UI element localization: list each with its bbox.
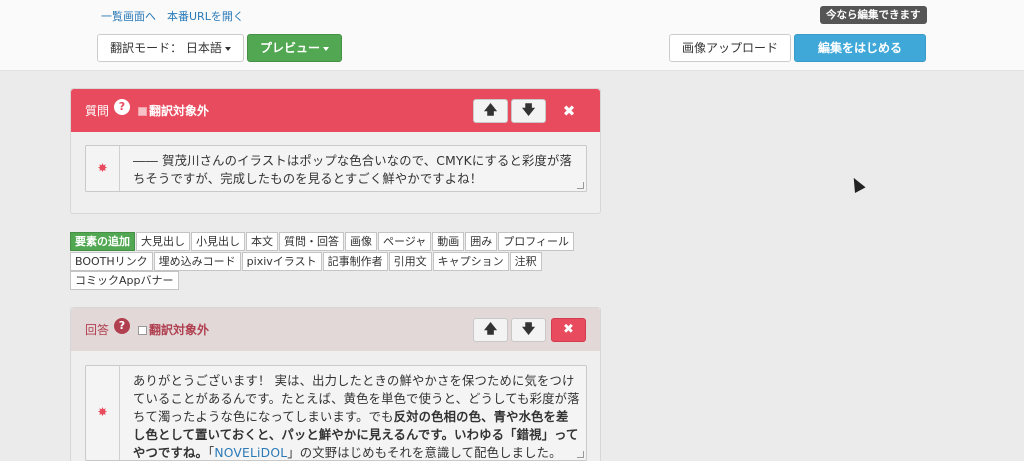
question-text[interactable]: ―― 賀茂川さんのイラストはポップな色合いなので、CMYKにすると彩度が落ちそう… xyxy=(133,152,581,188)
add-body-button[interactable]: 本文 xyxy=(246,232,278,251)
open-production-url-link[interactable]: 本番URLを開く xyxy=(167,10,244,23)
element-toolbar-row-2: BOOTHリンク 埋め込みコード pixivイラスト 記事制作者 引用文 キャプ… xyxy=(70,252,543,271)
preview-label: プレビュー xyxy=(259,41,320,55)
add-note-button[interactable]: 注釈 xyxy=(509,252,542,271)
checkbox-icon[interactable] xyxy=(138,107,147,116)
top-links: 一覧画面へ 本番URLを開く xyxy=(101,8,255,24)
move-down-button[interactable]: 🡇 xyxy=(511,99,546,123)
add-pager-button[interactable]: ページャ xyxy=(378,232,432,251)
preview-dropdown[interactable]: プレビュー xyxy=(247,34,342,62)
image-upload-button[interactable]: 画像アップロード xyxy=(669,34,791,62)
translation-mode-dropdown[interactable]: 翻訳モード： 日本語 xyxy=(97,34,244,62)
resize-handle[interactable] xyxy=(577,182,584,189)
question-text-editor[interactable]: ✸ ―― 賀茂川さんのイラストはポップな色合いなので、CMYKにすると彩度が落ち… xyxy=(85,145,587,192)
add-comic-app-banner-button[interactable]: コミックAppバナー xyxy=(70,271,179,290)
element-toolbar-row-3: コミックAppバナー xyxy=(70,271,180,290)
question-block-header: 質問 ? 翻訳対象外 🡅 🡇 ✖ xyxy=(71,89,600,132)
block-title: 質問 xyxy=(85,104,110,118)
editable-status-badge: 今なら編集できます xyxy=(820,6,927,24)
add-profile-button[interactable]: プロフィール xyxy=(498,232,575,251)
add-quote-button[interactable]: 引用文 xyxy=(388,252,432,271)
add-booth-link-button[interactable]: BOOTHリンク xyxy=(70,252,153,271)
add-qa-button[interactable]: 質問・回答 xyxy=(279,232,344,251)
add-element-label: 要素の追加 xyxy=(70,232,135,251)
editor-gutter: ✸ xyxy=(86,366,120,460)
chevron-down-icon xyxy=(323,46,329,51)
move-down-button[interactable]: 🡇 xyxy=(511,318,546,342)
answer-text[interactable]: ありがとうございます！ 実は、出力したときの鮮やかさを保つために気をつけているこ… xyxy=(133,372,581,461)
exclude-translation-checkbox[interactable]: 翻訳対象外 xyxy=(138,102,209,119)
help-icon[interactable]: ? xyxy=(114,318,130,334)
add-pixiv-illust-button[interactable]: pixivイラスト xyxy=(241,252,322,271)
add-image-button[interactable]: 画像 xyxy=(345,232,377,251)
exclude-translation-label: 翻訳対象外 xyxy=(149,104,210,118)
answer-block: 回答 ? 翻訳対象外 🡅 🡇 ✖ ✸ ありがとうございます！ 実は、出力したとき… xyxy=(70,307,601,461)
novelidol-link[interactable]: NOVELiDOL xyxy=(214,446,287,460)
exclude-translation-label: 翻訳対象外 xyxy=(149,323,210,337)
element-toolbar-row-1: 要素の追加 大見出し 小見出し 本文 質問・回答 画像 ページャ 動画 囲み プ… xyxy=(70,232,575,251)
answer-text-part: 」の文野はじめもそれを意識して配色しました。 xyxy=(287,446,562,460)
add-video-button[interactable]: 動画 xyxy=(432,232,465,251)
move-up-button[interactable]: 🡅 xyxy=(473,99,508,123)
answer-text-editor[interactable]: ✸ ありがとうございます！ 実は、出力したときの鮮やかさを保つために気をつけてい… xyxy=(85,365,587,461)
answer-block-header: 回答 ? 翻訳対象外 🡅 🡇 ✖ xyxy=(71,308,600,351)
chevron-down-icon xyxy=(224,46,231,51)
top-header: 一覧画面へ 本番URLを開く 今なら編集できます 翻訳モード： 日本語 プレビュー… xyxy=(0,0,1024,71)
required-icon: ✸ xyxy=(97,161,108,175)
add-small-heading-button[interactable]: 小見出し xyxy=(191,232,245,251)
move-up-button[interactable]: 🡅 xyxy=(473,318,508,342)
start-editing-button[interactable]: 編集をはじめる xyxy=(794,34,926,62)
delete-block-button[interactable]: ✖ xyxy=(559,101,579,121)
resize-handle[interactable] xyxy=(577,451,584,458)
add-caption-button[interactable]: キャプション xyxy=(432,252,509,271)
delete-block-button[interactable]: ✖ xyxy=(551,318,586,342)
add-box-button[interactable]: 囲み xyxy=(465,232,498,251)
mouse-cursor-icon xyxy=(848,175,866,193)
add-article-author-button[interactable]: 記事制作者 xyxy=(322,252,388,271)
editor-gutter: ✸ xyxy=(86,146,120,191)
question-block: 質問 ? 翻訳対象外 🡅 🡇 ✖ ✸ ―― 賀茂川さんのイラストはポップな色合い… xyxy=(70,88,601,214)
add-embed-code-button[interactable]: 埋め込みコード xyxy=(153,252,241,271)
block-title: 回答 xyxy=(85,323,110,337)
checkbox-icon[interactable] xyxy=(138,326,147,335)
add-large-heading-button[interactable]: 大見出し xyxy=(136,232,190,251)
required-icon: ✸ xyxy=(97,405,108,419)
translation-mode-label: 翻訳モード： 日本語 xyxy=(110,41,222,55)
exclude-translation-checkbox[interactable]: 翻訳対象外 xyxy=(138,321,209,338)
list-view-link[interactable]: 一覧画面へ xyxy=(101,10,156,23)
help-icon[interactable]: ? xyxy=(114,99,130,115)
